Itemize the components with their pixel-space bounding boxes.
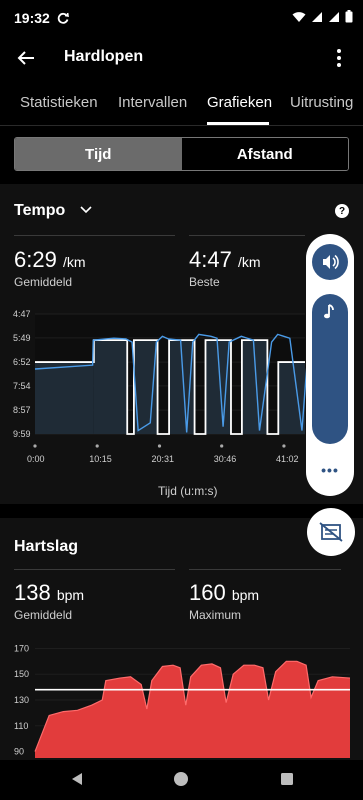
chevron-down-icon[interactable] (79, 203, 93, 217)
volume-icon (323, 254, 339, 270)
tempo-x-tick: 30:46 (214, 454, 237, 464)
divider (14, 569, 175, 570)
hr-area (35, 661, 350, 758)
tempo-avg-label: Gemiddeld (14, 275, 73, 289)
hr-y-tick: 110 (14, 721, 28, 731)
tempo-x-tick: 0:00 (27, 454, 45, 464)
media-controls: ••• (306, 234, 354, 496)
tempo-y-tick: 7:54 (13, 381, 31, 391)
tab-grafieken[interactable]: Grafieken (207, 94, 272, 111)
tab-bar: Statistieken Intervallen Grafieken Uitru… (0, 82, 363, 126)
status-bar: 19:32 (0, 0, 363, 36)
more-options-icon[interactable]: ••• (306, 462, 354, 478)
page-title: Hardlopen (64, 48, 144, 65)
tempo-x-tick-mark (282, 444, 286, 448)
help-icon[interactable]: ? (335, 204, 349, 218)
hr-y-tick: 150 (14, 669, 29, 679)
divider (14, 235, 175, 236)
tempo-title[interactable]: Tempo (14, 202, 65, 220)
x-axis-toggle: Tijd Afstand (14, 137, 349, 171)
tempo-best-label: Beste (189, 275, 220, 289)
more-vert-icon[interactable] (327, 46, 351, 70)
tempo-y-tick: 9:59 (13, 429, 31, 439)
music-note-icon (324, 304, 334, 319)
tempo-y-tick: 8:57 (13, 405, 31, 415)
tempo-avg-number: 6:29 (14, 247, 57, 272)
tempo-x-tick-mark (95, 444, 99, 448)
tempo-y-tick: 6:52 (13, 357, 31, 367)
tempo-x-tick-mark (220, 444, 224, 448)
tempo-interval-bar (93, 340, 128, 434)
tempo-best-number: 4:47 (189, 247, 232, 272)
divider (189, 235, 305, 236)
tab-uitrusting[interactable]: Uitrusting (290, 94, 353, 111)
tab-intervallen[interactable]: Intervallen (118, 94, 187, 111)
wifi-icon (292, 11, 306, 22)
tempo-x-tick: 20:31 (152, 454, 175, 464)
tempo-x-tick: 10:15 (89, 454, 112, 464)
tempo-x-axis-title: Tijd (u:m:s) (158, 484, 218, 498)
nav-back-icon[interactable] (68, 770, 86, 788)
tempo-avg-value: 6:29 /km (14, 247, 86, 273)
hr-y-tick: 170 (14, 643, 29, 653)
heartrate-chart[interactable]: 90 110 130 150 170 (0, 640, 363, 760)
map-toggle-button[interactable] (307, 508, 355, 556)
hr-avg-label: Gemiddeld (14, 608, 73, 622)
tempo-best-value: 4:47 /km (189, 247, 261, 273)
hr-max-value: 160 bpm (189, 580, 259, 606)
app-bar: Hardlopen (0, 36, 363, 80)
status-icons (292, 10, 353, 23)
nav-recents-icon[interactable] (278, 770, 296, 788)
nav-home-icon[interactable] (172, 770, 190, 788)
tempo-x-tick-mark (157, 444, 162, 448)
arrow-left-icon[interactable] (14, 46, 38, 70)
signal-icon (312, 11, 322, 22)
status-time: 19:32 (14, 10, 50, 26)
hr-max-unit: bpm (231, 587, 260, 603)
segment-afstand[interactable]: Afstand (181, 138, 348, 170)
hr-avg-value: 138 bpm (14, 580, 84, 606)
sound-button[interactable] (312, 244, 348, 280)
system-nav-bar (0, 760, 363, 800)
hr-avg-number: 138 (14, 580, 51, 605)
tempo-y-tick: 5:49 (13, 333, 31, 343)
map-off-icon (319, 522, 343, 542)
tempo-interval-bar (35, 362, 94, 434)
hr-max-label: Maximum (189, 608, 242, 622)
segment-tijd[interactable]: Tijd (15, 138, 182, 170)
tempo-best-unit: /km (237, 254, 261, 270)
signal-2-icon (329, 11, 339, 22)
divider (189, 569, 341, 570)
tab-statistieken[interactable]: Statistieken (20, 94, 98, 111)
tempo-x-tick: 41:02 (276, 454, 299, 464)
tab-indicator (207, 122, 269, 125)
heartrate-title: Hartslag (14, 538, 79, 555)
tempo-y-tick: 4:47 (13, 309, 31, 319)
tempo-x-tick-mark (33, 444, 37, 448)
hr-y-tick: 130 (14, 695, 29, 705)
hr-y-tick: 90 (14, 747, 24, 757)
hr-avg-unit: bpm (56, 587, 85, 603)
sync-icon (57, 12, 69, 24)
tempo-avg-unit: /km (62, 254, 86, 270)
battery-icon (345, 10, 353, 23)
music-button[interactable] (312, 294, 348, 444)
hr-max-number: 160 (189, 580, 226, 605)
